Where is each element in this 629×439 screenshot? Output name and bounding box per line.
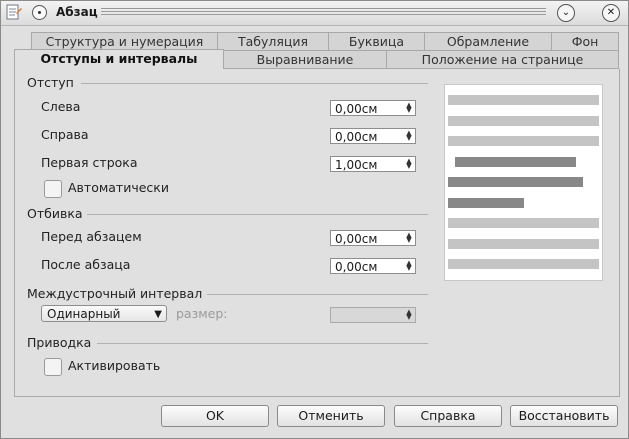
spin-arrows-icon[interactable]: ▲ ▼ [405, 260, 413, 272]
indent-right-label: Справа [41, 127, 89, 142]
indent-first-line-field[interactable]: 1,00см ▲ ▼ [330, 156, 416, 172]
title-bar: Абзац ⌄ ✕ [1, 1, 628, 26]
indent-first-line-value: 1,00см [335, 158, 378, 172]
spacing-after-field[interactable]: 0,00см ▲ ▼ [330, 258, 416, 274]
spin-arrows-icon[interactable]: ▲ ▼ [405, 232, 413, 244]
preview-line [448, 136, 599, 146]
line-spacing-select[interactable]: Одинарный ▼ [41, 305, 167, 322]
preview-line [448, 198, 524, 208]
preview-line [448, 218, 599, 228]
help-button[interactable]: Справка [394, 405, 502, 427]
preview-line [455, 157, 576, 167]
title-bar-grip [101, 8, 546, 17]
register-separator [97, 343, 428, 344]
spacing-before-label: Перед абзацем [41, 229, 142, 244]
auto-indent-label: Автоматически [68, 180, 169, 195]
window-title: Абзац [56, 5, 98, 19]
register-header: Приводка [27, 335, 92, 350]
tab-background[interactable]: Фон [551, 32, 619, 51]
tab-drop-caps[interactable]: Буквица [328, 32, 425, 51]
line-spacing-size-label: размер: [176, 306, 228, 321]
chevron-down-icon[interactable]: ⌄ [557, 4, 575, 22]
tab-borders[interactable]: Обрамление [424, 32, 552, 51]
line-spacing-header: Междустрочный интервал [27, 286, 203, 301]
spin-arrows-icon[interactable]: ▲ ▼ [405, 309, 413, 321]
spin-arrows-icon[interactable]: ▲ ▼ [405, 158, 413, 170]
auto-indent-checkbox[interactable] [44, 180, 62, 198]
indent-right-value: 0,00см [335, 130, 378, 144]
close-icon[interactable]: ✕ [602, 4, 620, 22]
preview-line [448, 177, 583, 187]
preview-line [448, 116, 599, 126]
spacing-separator [87, 214, 428, 215]
tab-tabs[interactable]: Табуляция [217, 32, 329, 51]
tab-alignment[interactable]: Выравнивание [223, 50, 387, 69]
indent-separator [81, 83, 428, 84]
spacing-after-value: 0,00см [335, 260, 378, 274]
ok-button[interactable]: OK [161, 405, 269, 427]
indent-left-value: 0,00см [335, 102, 378, 116]
spin-arrows-icon[interactable]: ▲ ▼ [405, 102, 413, 114]
indent-left-label: Слева [41, 99, 81, 114]
register-activate-checkbox[interactable] [44, 358, 62, 376]
cancel-button[interactable]: Отменить [277, 405, 385, 427]
line-spacing-separator [207, 294, 428, 295]
spacing-before-value: 0,00см [335, 232, 378, 246]
spacing-before-field[interactable]: 0,00см ▲ ▼ [330, 230, 416, 246]
register-activate-label: Активировать [68, 358, 161, 373]
spacing-header: Отбивка [27, 206, 83, 221]
paragraph-dialog: Абзац ⌄ ✕ Структура и нумерация Табуляци… [0, 0, 629, 439]
indent-right-field[interactable]: 0,00см ▲ ▼ [330, 128, 416, 144]
document-icon [6, 4, 22, 20]
spin-arrows-icon[interactable]: ▲ ▼ [405, 130, 413, 142]
chevron-down-icon: ▼ [154, 309, 162, 320]
tab-text-flow[interactable]: Положение на странице [386, 50, 619, 69]
line-spacing-size-field[interactable]: ▲ ▼ [330, 307, 416, 323]
line-spacing-value: Одинарный [47, 307, 121, 321]
indent-header: Отступ [27, 75, 74, 90]
preview-line [448, 259, 599, 269]
preview-line [448, 239, 599, 249]
tab-indents-spacing[interactable]: Отступы и интервалы [14, 49, 224, 70]
window-menu-icon[interactable] [32, 5, 47, 20]
spacing-after-label: После абзаца [41, 257, 131, 272]
paragraph-preview [444, 84, 603, 281]
preview-line [448, 95, 599, 105]
reset-button[interactable]: Восстановить [510, 405, 618, 427]
indent-left-field[interactable]: 0,00см ▲ ▼ [330, 100, 416, 116]
indent-first-line-label: Первая строка [41, 155, 138, 170]
